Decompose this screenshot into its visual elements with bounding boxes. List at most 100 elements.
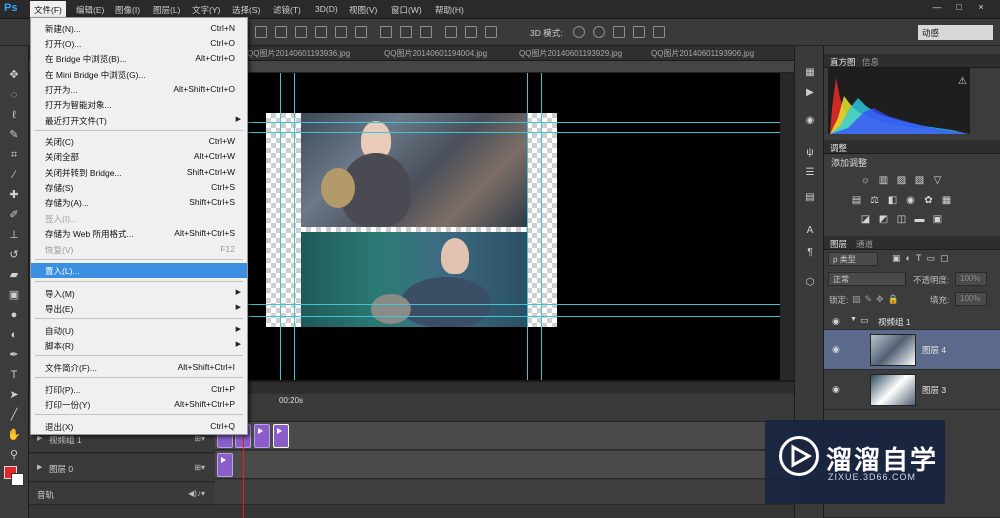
layer-filter-icons[interactable]: ▣◐T▭▢ (892, 253, 953, 264)
audio-track[interactable] (215, 480, 794, 505)
black-white-icon[interactable]: ◧ (887, 195, 898, 206)
quick-select-tool-icon[interactable]: ✎ (7, 128, 21, 142)
menu-item-save-as[interactable]: 存储为(A)... Shift+Ctrl+S (31, 195, 247, 210)
zoom-tool-icon[interactable]: ⚲ (7, 448, 21, 462)
marquee-tool-icon[interactable]: ◌ (7, 88, 21, 102)
align-right-icon[interactable] (355, 26, 367, 38)
menu-item-file-info[interactable]: 文件简介(F)... Alt+Shift+Ctrl+I (31, 360, 247, 375)
pen-tool-icon[interactable]: ✒ (7, 348, 21, 362)
menu-item-recent-files[interactable]: 最近打开文件(T) ▶ (31, 113, 247, 128)
expand-arrow-icon[interactable]: ▶ (37, 463, 42, 471)
stamp-tool-icon[interactable]: ⊥ (7, 228, 21, 242)
posterize-icon[interactable]: ◩ (878, 214, 889, 225)
history-icon[interactable]: ▦ (803, 66, 817, 80)
menu-3d[interactable]: 3D(D) (315, 4, 338, 14)
timeline-row-audio[interactable]: 音轨 ◀)♪▾ (29, 483, 215, 505)
layer-row[interactable]: ◉ 图层 3 (824, 370, 1000, 410)
menu-item-print-one-copy[interactable]: 打印一份(Y) Alt+Shift+Ctrl+P (31, 397, 247, 412)
menu-item-print[interactable]: 打印(P)... Ctrl+P (31, 382, 247, 397)
gradient-map-icon[interactable]: ▬ (914, 214, 925, 225)
history-brush-tool-icon[interactable]: ↺ (7, 248, 21, 262)
expand-arrow-icon[interactable]: ▶ (37, 434, 42, 442)
menu-item-save-for-web[interactable]: 存储为 Web 所用格式... Alt+Shift+Ctrl+S (31, 226, 247, 241)
film-menu-icon[interactable]: ⊞▾ (194, 463, 205, 472)
menu-item-close-all[interactable]: 关闭全部 Alt+Ctrl+W (31, 149, 247, 164)
video-clip[interactable] (273, 424, 289, 448)
timeline-track[interactable] (215, 422, 794, 450)
menu-item-close[interactable]: 关闭(C) Ctrl+W (31, 134, 247, 149)
paragraph-icon[interactable]: ¶ (803, 246, 817, 260)
menu-filter[interactable]: 滤镜(T) (273, 4, 301, 16)
color-lookup-icon[interactable]: ▦ (941, 195, 952, 206)
distribute-hcenter-icon[interactable] (465, 26, 477, 38)
distribute-right-icon[interactable] (485, 26, 497, 38)
vibrance-icon[interactable]: ▽ (932, 175, 943, 186)
selective-color-icon[interactable]: ▣ (932, 214, 943, 225)
curves-icon[interactable]: ▨ (896, 175, 907, 186)
menu-window[interactable]: 窗口(W) (391, 4, 422, 16)
tab-adjustments[interactable]: 调整 (830, 142, 847, 154)
menu-item-export[interactable]: 导出(E) ▶ (31, 301, 247, 316)
menu-item-exit[interactable]: 退出(X) Ctrl+Q (31, 419, 247, 434)
align-vcenter-icon[interactable] (275, 26, 287, 38)
film-menu-icon[interactable]: ⊞▾ (194, 434, 205, 443)
menu-item-new[interactable]: 新建(N)... Ctrl+N (31, 21, 247, 36)
doc-tab[interactable]: QQ图片20140601194004.jpg (384, 48, 487, 59)
menu-help[interactable]: 帮助(H) (435, 4, 464, 16)
menu-item-open-smart-object[interactable]: 打开为智能对象... (31, 97, 247, 112)
path-select-tool-icon[interactable]: ➤ (7, 388, 21, 402)
menu-item-automate[interactable]: 自动(U) ▶ (31, 323, 247, 338)
doc-tab[interactable]: QQ图片20140601193936.jpg (247, 48, 350, 59)
doc-tab[interactable]: QQ图片20140601193929.jpg (519, 48, 622, 59)
layer-group-row[interactable]: ◉ ▼ ▭ 视频组 1 (824, 312, 1000, 330)
3d-roll-icon[interactable] (593, 26, 605, 38)
threshold-icon[interactable]: ◫ (896, 214, 907, 225)
video-clip[interactable] (254, 424, 270, 448)
fill-input[interactable]: 100% (955, 292, 987, 306)
distribute-left-icon[interactable] (445, 26, 457, 38)
tab-channels[interactable]: 通道 (856, 238, 873, 250)
character-icon[interactable]: A (803, 224, 817, 238)
video-clip[interactable] (217, 453, 233, 477)
3d-scale-icon[interactable] (653, 26, 665, 38)
gradient-tool-icon[interactable]: ▣ (7, 288, 21, 302)
levels-icon[interactable]: ▥ (878, 175, 889, 186)
lock-icons[interactable]: ▨✎✥🔒 (852, 294, 903, 305)
minimize-button[interactable]: — (928, 2, 946, 14)
color-balance-icon[interactable]: ⚖ (869, 195, 880, 206)
distribute-top-icon[interactable] (380, 26, 392, 38)
menu-select[interactable]: 选择(S) (232, 4, 260, 16)
layer-kind-filter[interactable]: ρ 类型 (828, 252, 878, 266)
timeline-row-layer0[interactable]: ▶ 图层 0 ⊞▾ (29, 454, 215, 482)
channel-mixer-icon[interactable]: ✿ (923, 195, 934, 206)
warning-icon[interactable]: ⚠ (958, 76, 967, 87)
blend-mode-select[interactable]: 正常 (828, 272, 906, 286)
menu-image[interactable]: 图像(I) (115, 4, 140, 16)
align-bottom-icon[interactable] (295, 26, 307, 38)
healing-brush-tool-icon[interactable]: ✚ (7, 188, 21, 202)
dodge-tool-icon[interactable]: ◐ (7, 328, 21, 342)
expand-arrow-icon[interactable]: ▼ (850, 316, 857, 323)
exposure-icon[interactable]: ▧ (914, 175, 925, 186)
blur-tool-icon[interactable]: ● (7, 308, 21, 322)
invert-icon[interactable]: ◪ (860, 214, 871, 225)
tool-presets-icon[interactable]: ☰ (803, 166, 817, 180)
menu-item-browse-mini-bridge[interactable]: 在 Mini Bridge 中浏览(G)... (31, 67, 247, 82)
doc-tab[interactable]: QQ图片20140601193906.jpg (651, 48, 754, 59)
brush-tool-icon[interactable]: ✐ (7, 208, 21, 222)
align-top-icon[interactable] (255, 26, 267, 38)
brush-presets-icon[interactable]: ψ (803, 146, 817, 160)
menu-type[interactable]: 文字(Y) (192, 4, 220, 16)
menu-edit[interactable]: 编辑(E) (76, 4, 104, 16)
hue-saturation-icon[interactable]: ▤ (851, 195, 862, 206)
3d-rotate-icon[interactable] (573, 26, 585, 38)
play-actions-icon[interactable]: ▶ (803, 86, 817, 100)
menu-item-close-goto-bridge[interactable]: 关闭并转到 Bridge... Shift+Ctrl+W (31, 165, 247, 180)
timeline-track[interactable] (215, 451, 794, 479)
3d-pan-icon[interactable] (613, 26, 625, 38)
align-left-icon[interactable] (315, 26, 327, 38)
tab-info[interactable]: 信息 (862, 56, 879, 68)
line-tool-icon[interactable]: ╱ (7, 408, 21, 422)
hand-tool-icon[interactable]: ✋ (7, 428, 21, 442)
maximize-button[interactable]: □ (950, 2, 968, 14)
